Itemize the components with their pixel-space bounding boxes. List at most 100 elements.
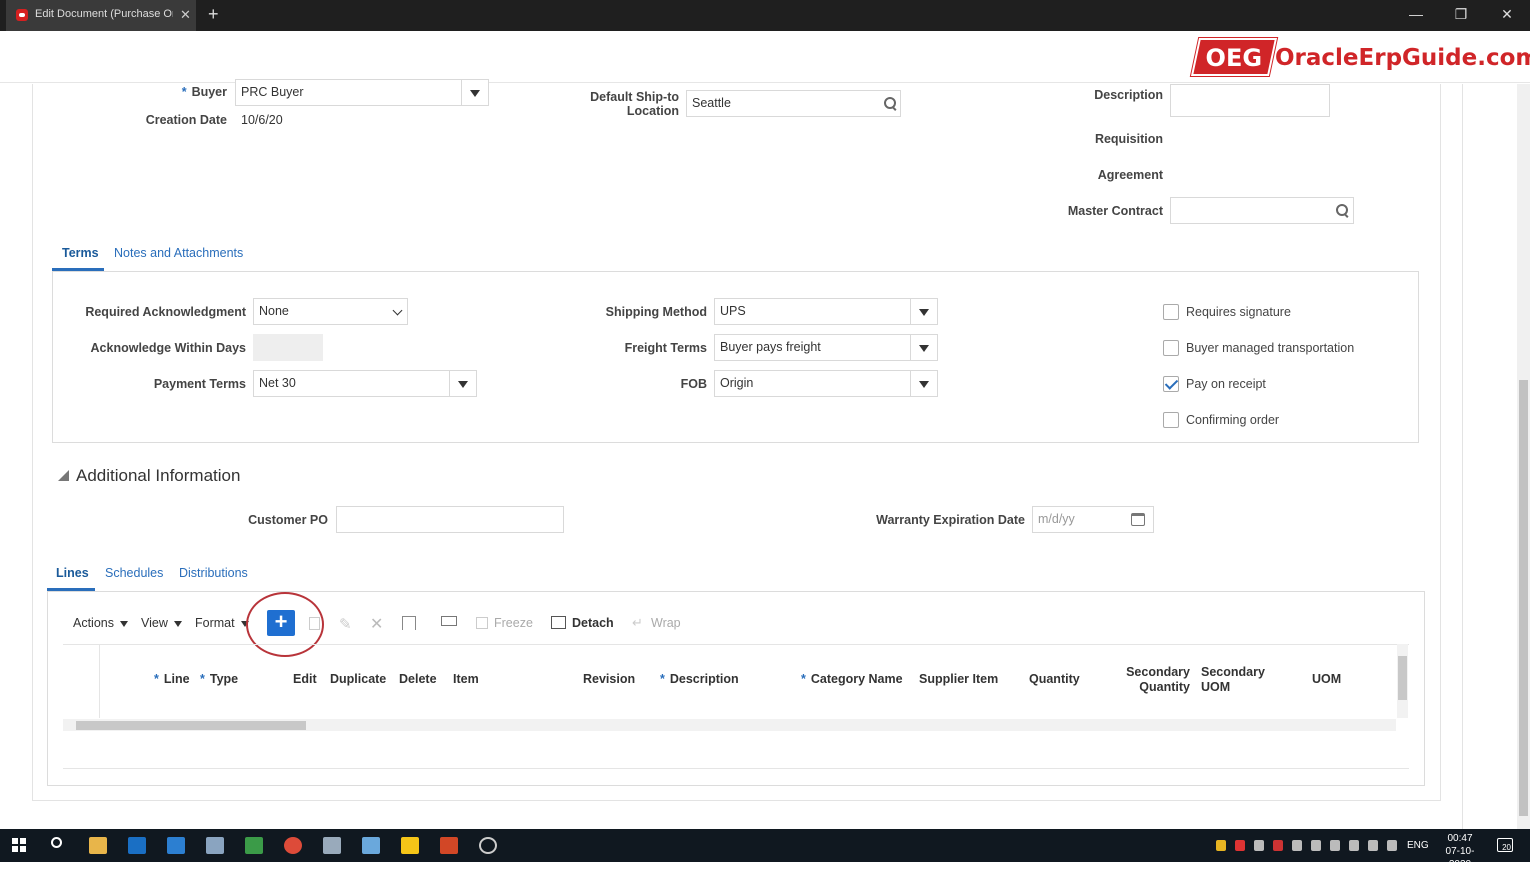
col-secondary-uom[interactable]: Secondary UOM — [1201, 665, 1265, 695]
app-icon[interactable] — [206, 837, 224, 854]
tray-icon[interactable] — [1273, 840, 1283, 851]
detach-button[interactable]: Detach — [572, 616, 614, 630]
outlook-icon[interactable] — [128, 837, 146, 854]
col-item[interactable]: Item — [453, 672, 479, 687]
tab-close-icon[interactable]: ✕ — [180, 7, 191, 23]
chevron-down-icon — [392, 305, 403, 316]
freight-terms-field[interactable]: Buyer pays freight — [714, 334, 938, 361]
clock[interactable]: 00:47 07-10-2020 — [1437, 832, 1483, 871]
tab-terms[interactable]: Terms — [62, 246, 99, 260]
language-indicator[interactable]: ENG — [1407, 840, 1429, 851]
search-icon[interactable] — [51, 837, 62, 848]
master-contract-field[interactable] — [1170, 197, 1354, 224]
logo-badge: OEG — [1205, 44, 1263, 72]
notepad-icon[interactable] — [245, 837, 263, 854]
shipping-method-label: Shipping Method — [605, 305, 707, 319]
restore-icon[interactable]: ❐ — [1446, 6, 1476, 23]
col-secondary-quantity[interactable]: Secondary Quantity — [1118, 665, 1190, 695]
tray-icon[interactable] — [1311, 840, 1321, 851]
freight-terms-dropdown-icon[interactable] — [910, 335, 937, 360]
col-delete[interactable]: Delete — [399, 672, 437, 687]
collapse-triangle-icon[interactable] — [58, 470, 69, 481]
new-tab-icon[interactable]: + — [208, 4, 219, 25]
additional-info-title[interactable]: Additional Information — [76, 466, 240, 486]
windows-taskbar: ENG 00:47 07-10-2020 20 — [0, 829, 1530, 870]
app-icon[interactable] — [362, 837, 380, 854]
close-window-icon[interactable]: ✕ — [1492, 6, 1522, 23]
description-field[interactable] — [1170, 84, 1330, 117]
wifi-icon[interactable] — [1368, 840, 1378, 851]
tab-lines[interactable]: Lines — [56, 566, 89, 580]
col-edit[interactable]: Edit — [293, 672, 317, 687]
volume-icon[interactable] — [1387, 840, 1397, 851]
panel-border — [32, 800, 1441, 801]
col-duplicate[interactable]: Duplicate — [330, 672, 386, 687]
payment-terms-field[interactable]: Net 30 — [253, 370, 477, 397]
ship-to-field[interactable]: Seattle — [686, 90, 901, 117]
query-by-example-icon[interactable] — [402, 616, 416, 630]
ack-within-days-field — [253, 334, 323, 361]
table-vertical-thumb[interactable] — [1398, 656, 1407, 700]
col-category-name[interactable]: * Category Name — [801, 672, 903, 687]
tray-icon[interactable] — [1330, 840, 1340, 851]
minimize-icon[interactable]: — — [1401, 6, 1431, 22]
view-menu[interactable]: View — [141, 616, 182, 630]
col-supplier-item[interactable]: Supplier Item — [919, 672, 998, 687]
microphone-icon[interactable] — [1292, 840, 1302, 851]
shipping-method-field[interactable]: UPS — [714, 298, 938, 325]
fob-field[interactable]: Origin — [714, 370, 938, 397]
buyer-managed-transport-checkbox[interactable] — [1163, 340, 1179, 356]
customer-po-field[interactable] — [336, 506, 564, 533]
warranty-label: Warranty Expiration Date — [876, 513, 1025, 527]
actions-menu[interactable]: Actions — [73, 616, 128, 630]
mail-icon[interactable] — [167, 837, 185, 854]
col-line[interactable]: * Line — [154, 672, 190, 687]
search-icon[interactable] — [884, 97, 897, 110]
notifications-icon[interactable]: 20 — [1497, 838, 1513, 852]
confirming-order-checkbox[interactable] — [1163, 412, 1179, 428]
chrome-icon[interactable] — [284, 837, 302, 854]
tab-notes-attachments[interactable]: Notes and Attachments — [114, 246, 243, 260]
required-ack-select[interactable]: None — [253, 298, 408, 325]
tab-distributions[interactable]: Distributions — [179, 566, 248, 580]
tab-schedules[interactable]: Schedules — [105, 566, 163, 580]
shipping-method-dropdown-icon[interactable] — [910, 299, 937, 324]
app-icon[interactable] — [479, 837, 497, 854]
powerpoint-icon[interactable] — [440, 837, 458, 854]
sticky-notes-icon[interactable] — [401, 837, 419, 854]
calendar-icon[interactable] — [1131, 513, 1145, 526]
col-uom[interactable]: UOM — [1312, 672, 1341, 687]
fob-dropdown-icon[interactable] — [910, 371, 937, 396]
browser-tab[interactable]: Edit Document (Purchase Order) ✕ — [6, 0, 196, 31]
logo-text: OracleErpGuide.com — [1275, 45, 1530, 71]
file-explorer-icon[interactable] — [89, 837, 107, 854]
filter-icon[interactable] — [441, 616, 457, 626]
freeze-button: Freeze — [494, 616, 533, 630]
col-type[interactable]: * Type — [200, 672, 238, 687]
pay-on-receipt-checkbox[interactable] — [1163, 376, 1179, 392]
format-menu[interactable]: Format — [195, 616, 249, 630]
table-horizontal-thumb[interactable] — [76, 721, 306, 730]
required-ack-label: Required Acknowledgment — [85, 305, 246, 319]
panel-border — [32, 84, 33, 800]
tray-icon[interactable] — [1216, 840, 1226, 851]
tray-icon[interactable] — [1349, 840, 1359, 851]
windows-start-icon[interactable] — [12, 838, 26, 852]
payment-terms-dropdown-icon[interactable] — [449, 371, 476, 396]
creation-date-label: Creation Date — [145, 113, 227, 127]
search-icon[interactable] — [1336, 204, 1349, 217]
app-icon[interactable] — [323, 837, 341, 854]
tray-icon[interactable] — [1254, 840, 1264, 851]
warranty-date-field[interactable]: m/d/yy — [1032, 506, 1154, 533]
buyer-field[interactable]: PRC Buyer — [235, 79, 489, 106]
col-description[interactable]: * Description — [660, 672, 739, 687]
buyer-dropdown-icon[interactable] — [461, 80, 488, 105]
buyer-label: * Buyer — [181, 85, 227, 99]
col-revision[interactable]: Revision — [583, 672, 635, 687]
tray-icon[interactable] — [1235, 840, 1245, 851]
oeg-logo: OEG OracleErpGuide.com — [1190, 36, 1530, 78]
col-quantity[interactable]: Quantity — [1029, 672, 1080, 687]
detach-icon[interactable] — [551, 616, 566, 629]
requires-signature-checkbox[interactable] — [1163, 304, 1179, 320]
page-scrollbar-thumb[interactable] — [1519, 380, 1528, 816]
